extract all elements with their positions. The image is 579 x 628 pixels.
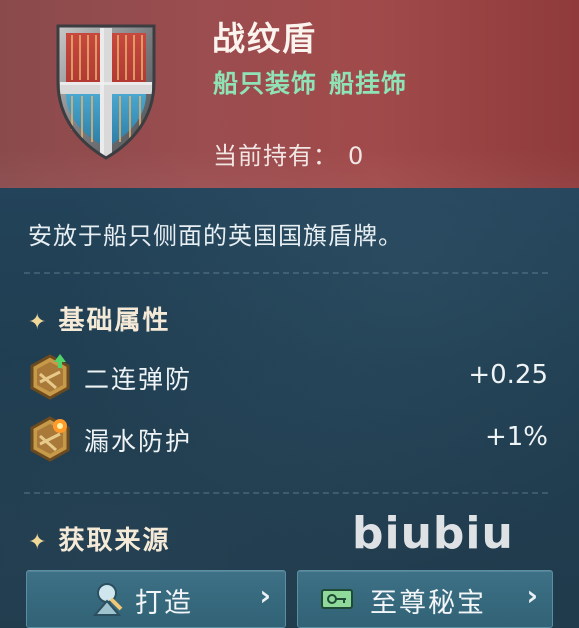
item-tags: 船只装饰 船挂饰 bbox=[213, 64, 407, 100]
item-tag: 船只装饰 bbox=[213, 69, 318, 98]
ticket-icon bbox=[321, 589, 353, 609]
owned-label: 当前持有： bbox=[213, 142, 338, 170]
attribute-row: 漏水防护 +1% bbox=[26, 414, 552, 464]
divider bbox=[24, 492, 548, 494]
owned-value: 0 bbox=[348, 142, 365, 170]
chevron-right-icon: › bbox=[526, 579, 538, 612]
section-title-sources: ✦ 获取来源 bbox=[28, 520, 170, 557]
craft-source-button[interactable]: 打造 › bbox=[26, 570, 286, 628]
shield-icon bbox=[56, 24, 156, 160]
divider bbox=[24, 272, 548, 274]
attribute-value: +0.25 bbox=[468, 360, 548, 390]
craft-icon bbox=[92, 583, 123, 616]
section-label: 获取来源 bbox=[58, 526, 171, 556]
craft-button-label: 打造 bbox=[135, 588, 193, 619]
attribute-value: +1% bbox=[484, 422, 548, 452]
sparkle-icon: ✦ bbox=[28, 530, 49, 555]
attribute-row: 二连弹防 +0.25 bbox=[26, 352, 552, 402]
attribute-label: 漏水防护 bbox=[84, 427, 193, 456]
sparkle-icon: ✦ bbox=[28, 310, 49, 335]
treasure-source-button[interactable]: 至尊秘宝 › bbox=[297, 570, 553, 628]
attribute-leak-icon bbox=[30, 416, 70, 462]
item-tag: 船挂饰 bbox=[329, 69, 408, 98]
attribute-upgrade-icon bbox=[30, 354, 70, 400]
treasure-button-label: 至尊秘宝 bbox=[370, 588, 486, 619]
section-title-attributes: ✦ 基础属性 bbox=[28, 300, 170, 337]
attribute-label: 二连弹防 bbox=[84, 365, 193, 394]
watermark: biubiu bbox=[352, 508, 514, 559]
item-description: 安放于船只侧面的英国国旗盾牌。 bbox=[28, 222, 403, 250]
owned-count: 当前持有： 0 bbox=[213, 136, 364, 171]
section-label: 基础属性 bbox=[58, 306, 171, 336]
item-name: 战纹盾 bbox=[212, 19, 317, 58]
chevron-right-icon: › bbox=[259, 579, 271, 612]
